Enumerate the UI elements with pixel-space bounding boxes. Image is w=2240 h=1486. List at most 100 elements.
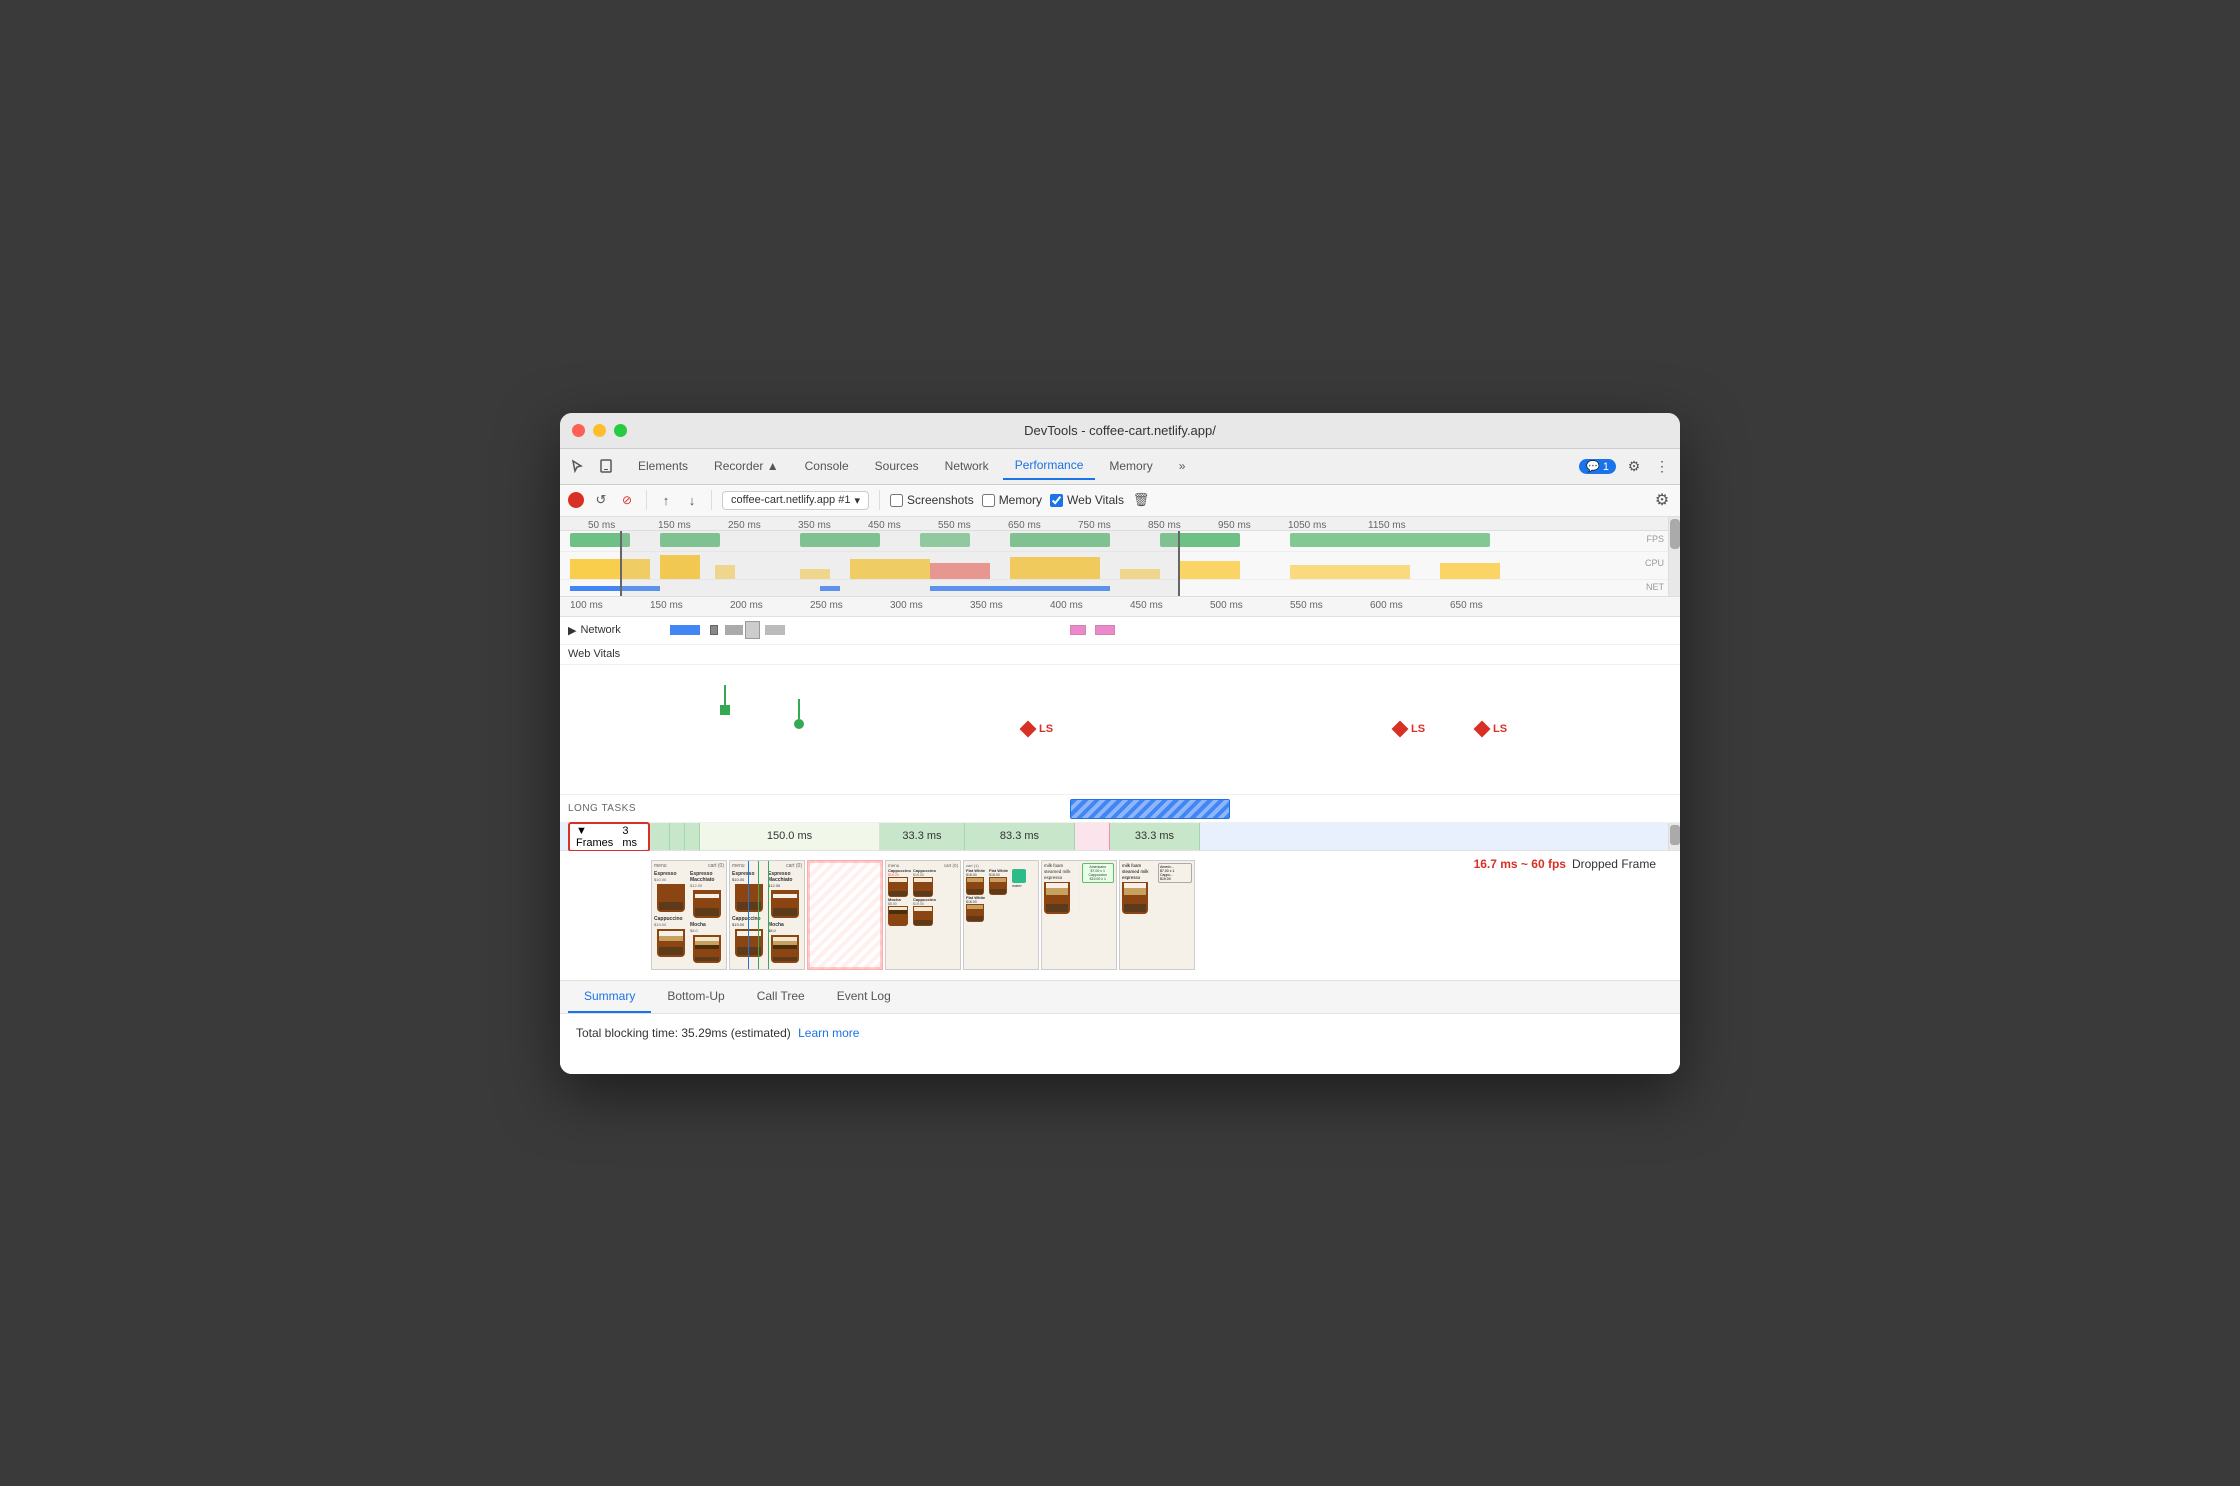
frames-label: ▼ Frames 3 ms [568, 822, 650, 852]
ss3-grid: Cappuccino $19.00 Cappuccino $19.00 [888, 869, 958, 926]
tab-call-tree[interactable]: Call Tree [741, 981, 821, 1013]
frame-seg-150ms: 150.0 ms [700, 823, 880, 850]
ss3-c4-esp [914, 920, 932, 925]
tab-recorder[interactable]: Recorder ▲ [702, 453, 791, 479]
tab-summary[interactable]: Summary [568, 981, 651, 1013]
maximize-button[interactable] [614, 424, 627, 437]
frame-33ms-1-label: 33.3 ms [902, 830, 941, 842]
ruler-1050ms: 1050 ms [1288, 520, 1326, 531]
ss1-mocha-price: $8.0 [690, 928, 724, 933]
ss2-header: menucart (0) [732, 863, 802, 869]
ss1-content: Espresso $10.00 Cappuccino $19.00 [654, 871, 724, 965]
web-vitals-checkbox[interactable]: Web Vitals [1050, 493, 1124, 507]
network-row-label[interactable]: ▶ Network [560, 617, 650, 644]
tab-console[interactable]: Console [793, 453, 861, 479]
ss3-c1-esp [889, 891, 907, 896]
ls-diamond-3 [1474, 720, 1491, 737]
record-button[interactable] [568, 492, 584, 508]
ss5-steam-label: steamed milk [1044, 869, 1077, 874]
frame-seg-pink [1075, 823, 1110, 850]
chat-badge[interactable]: 💬 1 [1579, 459, 1616, 474]
screenshots-check[interactable] [890, 494, 903, 507]
ss1-mac-foam [695, 894, 719, 898]
overview-selection[interactable] [620, 531, 1180, 596]
target-selector[interactable]: coffee-cart.netlify.app #1 ▾ [722, 491, 869, 510]
frame-seg-2 [670, 823, 685, 850]
ss6-foam: milk foam [1122, 863, 1156, 868]
memory-checkbox[interactable]: Memory [982, 493, 1042, 507]
ss3-c1-l1 [889, 878, 907, 882]
frames-label-container: ▼ Frames 3 ms [560, 821, 650, 852]
main-100ms: 100 ms [570, 600, 603, 611]
frame-33ms-2-label: 33.3 ms [1135, 830, 1174, 842]
ss2-mac-label: Espresso Macchiato [768, 871, 802, 883]
ss3-c2-l1 [914, 878, 932, 882]
tab-bottom-up[interactable]: Bottom-Up [651, 981, 740, 1013]
main-350ms: 350 ms [970, 600, 1003, 611]
tab-sources[interactable]: Sources [863, 453, 931, 479]
overview-scrollbar[interactable] [1668, 517, 1680, 596]
vital-dot-1 [720, 685, 730, 715]
device-icon[interactable] [596, 456, 616, 476]
ss5-cap-qty: $19.00 x 1 [1084, 877, 1113, 881]
main-550ms: 550 ms [1290, 600, 1323, 611]
ruler-450ms: 450 ms [868, 520, 901, 531]
web-vitals-content [650, 645, 1680, 664]
tab-elements[interactable]: Elements [626, 453, 700, 479]
ls-marker-1: LS [1022, 723, 1053, 735]
overview-ruler: 50 ms 150 ms 250 ms 350 ms 450 ms 550 ms… [560, 517, 1680, 531]
window-title: DevTools - coffee-cart.netlify.app/ [1024, 423, 1216, 438]
tab-performance[interactable]: Performance [1003, 452, 1096, 480]
web-vitals-check[interactable] [1050, 494, 1063, 507]
ls-diamond-2 [1392, 720, 1409, 737]
screenshots-checkbox[interactable]: Screenshots [890, 493, 974, 507]
timeline-overview[interactable]: 50 ms 150 ms 250 ms 350 ms 450 ms 550 ms… [560, 517, 1680, 597]
ss4-c4-esp [967, 916, 983, 921]
more-options-icon[interactable]: ⋮ [1652, 456, 1672, 476]
ss2-mocha-price: $8.0 [768, 928, 802, 933]
settings-icon[interactable]: ⚙ [1624, 456, 1644, 476]
ruler-250ms: 250 ms [728, 520, 761, 531]
badge-icon: 💬 [1586, 461, 1600, 473]
main-timeline: 100 ms 150 ms 200 ms 250 ms 300 ms 350 m… [560, 597, 1680, 981]
fps-label: FPS [1646, 534, 1664, 544]
ss3-c2-esp [914, 891, 932, 896]
screenshot-2: menucart (0) Espresso $10.00 [729, 860, 805, 970]
title-bar: DevTools - coffee-cart.netlify.app/ [560, 413, 1680, 449]
minimize-button[interactable] [593, 424, 606, 437]
upload-button[interactable]: ↑ [657, 491, 675, 509]
ss4-cup4 [966, 904, 984, 922]
tab-network[interactable]: Network [933, 453, 1001, 479]
tab-event-log[interactable]: Event Log [821, 981, 907, 1013]
frame-83ms-label: 83.3 ms [1000, 830, 1039, 842]
clear-button[interactable]: ⊘ [618, 491, 636, 509]
ss1-esp-layer [659, 947, 683, 955]
learn-more-link[interactable]: Learn more [798, 1026, 859, 1040]
delete-recording-button[interactable]: 🗑 [1132, 491, 1150, 509]
performance-settings-button[interactable]: ⚙ [1652, 490, 1672, 510]
ss2-cup4 [771, 935, 799, 963]
ss1-mocha-esp [695, 957, 719, 961]
pointer-icon[interactable] [568, 456, 588, 476]
ss4-c2-milk [990, 878, 1006, 882]
scrollbar-thumb[interactable] [1670, 519, 1680, 549]
ss5-cart-badge: Americano $7.00 x 1 Cappuccino $19.00 x … [1082, 863, 1115, 883]
main-scrollbar[interactable] [1668, 823, 1680, 850]
ss2-choc [773, 945, 797, 949]
close-button[interactable] [572, 424, 585, 437]
tab-memory[interactable]: Memory [1097, 453, 1164, 479]
ss3-item2: Cappuccino $19.00 [913, 869, 937, 897]
download-button[interactable]: ↓ [683, 491, 701, 509]
net-item-5 [765, 625, 785, 635]
tab-more[interactable]: » [1167, 453, 1198, 479]
ss6-right: Americ... $7.00 x 1 Cappu... $19.00 [1158, 863, 1192, 916]
memory-check[interactable] [982, 494, 995, 507]
ss4-c1-esp [967, 889, 983, 894]
ss6-rapg: espresso [1122, 875, 1156, 880]
ruler-850ms: 850 ms [1148, 520, 1181, 531]
performance-area: 50 ms 150 ms 250 ms 350 ms 450 ms 550 ms… [560, 517, 1680, 1074]
ss4-c2-esp [990, 889, 1006, 894]
reload-button[interactable]: ↺ [592, 491, 610, 509]
main-scroll-thumb[interactable] [1670, 825, 1680, 845]
network-timeline-row: ▶ Network [560, 617, 1680, 645]
